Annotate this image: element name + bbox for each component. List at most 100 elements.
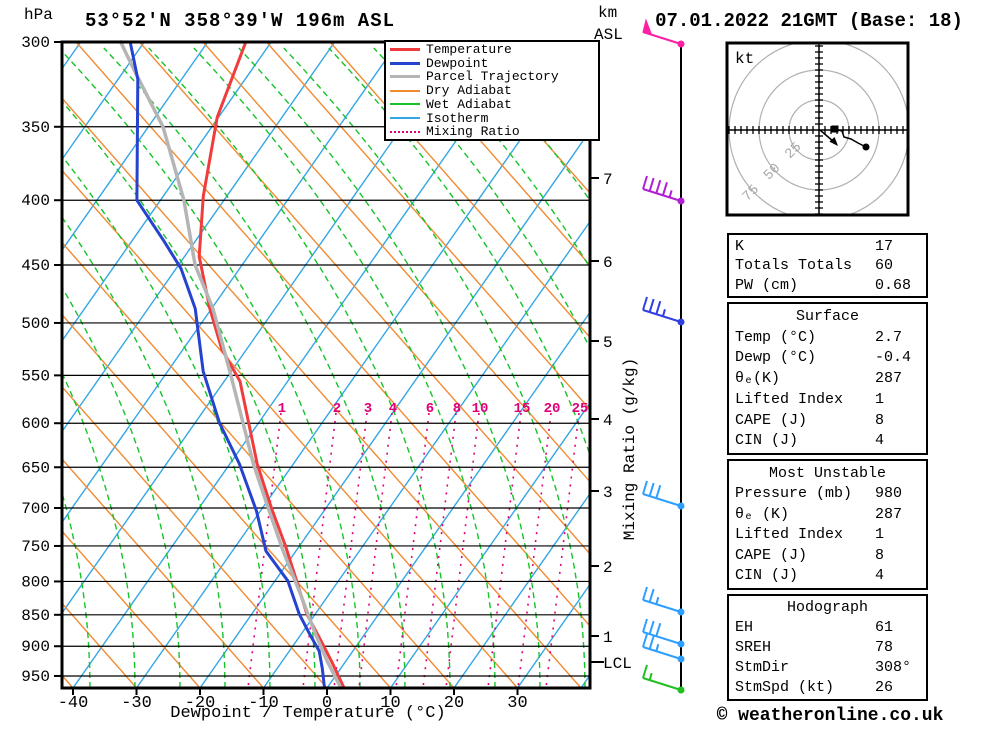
legend-item-label: Temperature bbox=[426, 41, 512, 57]
indices-row-label: StmDir bbox=[735, 659, 790, 676]
wind-barb-full bbox=[648, 177, 655, 192]
indices-table-row: Temp (°C) 2.7 bbox=[729, 329, 926, 346]
wind-barb-full bbox=[648, 588, 655, 603]
legend-item: Mixing Ratio bbox=[386, 125, 598, 138]
wind-barb-station-dot bbox=[677, 655, 685, 663]
pressure-tick-label: 850 bbox=[21, 607, 50, 625]
mixing-ratio-label: 25 bbox=[572, 401, 589, 417]
indices-table-row: Dewp (°C) -0.4 bbox=[729, 349, 926, 366]
indices-row-value: 8 bbox=[875, 411, 885, 429]
legend-item-label: Isotherm bbox=[426, 110, 489, 126]
run-date-title: 07.01.2022 21GMT (Base: 18) bbox=[655, 10, 963, 32]
km-tick-label: 7 bbox=[603, 171, 613, 189]
hodograph: 255075 kt bbox=[727, 43, 908, 215]
indices-row-value: 1 bbox=[875, 526, 885, 544]
indices-row-label: CIN (J) bbox=[735, 432, 799, 450]
wind-barb-half bbox=[655, 643, 660, 652]
indices-row-value: 78 bbox=[875, 639, 894, 656]
indices-row-value: 60 bbox=[875, 257, 894, 274]
copyright-footer: © weatheronline.co.uk bbox=[716, 706, 944, 726]
pressure-unit-label: hPa bbox=[24, 6, 53, 24]
indices-row-label: SREH bbox=[735, 639, 772, 656]
indices-table-row: StmDir 308° bbox=[729, 659, 926, 676]
wind-barb bbox=[642, 296, 685, 326]
legend-line-sample bbox=[390, 103, 420, 106]
hodograph-ring-label: 50 bbox=[761, 161, 784, 184]
indices-table-title: Surface bbox=[795, 307, 859, 325]
indices-row-value: 4 bbox=[875, 567, 885, 585]
wind-barb-full bbox=[642, 480, 648, 495]
indices-row-label: θₑ (K) bbox=[735, 505, 790, 523]
indices-row-label: CIN (J) bbox=[735, 567, 799, 585]
wind-barb-full bbox=[655, 622, 662, 637]
indices-table-title: Most Unstable bbox=[768, 464, 887, 482]
indices-row-label: CAPE (J) bbox=[735, 411, 808, 429]
indices-table-row: θₑ (K) 287 bbox=[729, 506, 926, 523]
indices-row-label: Lifted Index bbox=[735, 390, 844, 408]
wind-barb-station-dot bbox=[677, 502, 685, 510]
indices-row-label: StmSpd (kt) bbox=[735, 679, 835, 696]
legend-line-sample bbox=[390, 117, 420, 119]
wind-barb-station-dot bbox=[677, 686, 685, 694]
legend-item: Isotherm bbox=[386, 112, 598, 125]
indices-table-row: CIN (J) 4 bbox=[729, 567, 926, 584]
indices-row-value: 61 bbox=[875, 619, 894, 636]
legend-item-label: Wet Adiabat bbox=[426, 96, 512, 112]
temp-tick-label: -40 bbox=[58, 694, 89, 713]
mixing-ratio-label: 2 bbox=[333, 401, 341, 417]
mixing-ratio-label: 3 bbox=[364, 401, 372, 417]
hodograph-unit-label: kt bbox=[735, 50, 754, 68]
sounding-page: 1 2 3 4 6 8 10 15 20 25 300 350 400 450 500 550 600 650 70… bbox=[0, 0, 1000, 733]
wind-barb-station-dot bbox=[677, 197, 685, 205]
wind-barb-full bbox=[648, 298, 655, 313]
indices-table-row: Totals Totals 60 bbox=[729, 257, 926, 274]
wind-barb bbox=[642, 618, 685, 648]
wind-barb bbox=[642, 480, 685, 510]
pressure-tick-label: 400 bbox=[21, 192, 50, 210]
wind-barb-station-dot bbox=[677, 40, 685, 48]
mixing-ratio-label: 4 bbox=[389, 401, 397, 417]
mixing-ratio-axis-label: Mixing Ratio (g/kg) bbox=[621, 357, 639, 541]
xaxis-label: Dewpoint / Temperature (°C) bbox=[170, 704, 446, 723]
wind-barb-full bbox=[655, 300, 662, 315]
pressure-tick-label: 800 bbox=[21, 573, 50, 591]
wind-barb-full bbox=[642, 586, 648, 601]
legend-line-sample bbox=[390, 130, 420, 133]
indices-table-row: Lifted Index 1 bbox=[729, 391, 926, 408]
legend-line-sample bbox=[390, 75, 420, 79]
km-tick-label: 3 bbox=[603, 484, 613, 502]
indices-row-label: Dewp (°C) bbox=[735, 349, 817, 367]
indices-table-row: Pressure (mb) 980 bbox=[729, 485, 926, 502]
wind-barb bbox=[642, 586, 685, 616]
km-unit-label: km bbox=[598, 4, 618, 22]
indices-row-value: 980 bbox=[875, 485, 903, 503]
wind-barb-full bbox=[648, 482, 655, 497]
pressure-tick-label: 750 bbox=[21, 538, 50, 556]
pressure-tick-label: 450 bbox=[21, 257, 50, 275]
wind-barb-full bbox=[648, 635, 655, 650]
mixing-ratio-label: 10 bbox=[472, 401, 489, 417]
km-tick-label: 1 bbox=[603, 629, 613, 647]
indices-table-row: CAPE (J) 8 bbox=[729, 412, 926, 429]
indices-row-label: EH bbox=[735, 619, 754, 636]
wind-barb-full bbox=[642, 633, 648, 648]
wet-adiabat-line bbox=[62, 100, 316, 688]
hodograph-ring-label: 75 bbox=[740, 182, 763, 205]
indices-table-row: θₑ(K) 287 bbox=[729, 370, 926, 387]
lcl-label: LCL bbox=[603, 655, 632, 673]
wind-barb-full bbox=[642, 296, 648, 311]
indices-row-label: θₑ(K) bbox=[735, 370, 781, 387]
indices-row-label: Temp (°C) bbox=[735, 328, 817, 346]
indices-table-row: Lifted Index 1 bbox=[729, 526, 926, 543]
km-tick-label: 6 bbox=[603, 254, 613, 272]
pressure-tick-label: 650 bbox=[21, 459, 50, 477]
pressure-tick-label: 700 bbox=[21, 500, 50, 518]
indices-row-value: 308° bbox=[875, 659, 912, 676]
legend-item-label: Mixing Ratio bbox=[426, 124, 520, 140]
legend-item: Dry Adiabat bbox=[386, 84, 598, 97]
hodograph-trace-start-marker bbox=[831, 125, 839, 133]
wind-barb-full bbox=[655, 179, 662, 194]
mixing-ratio-label: 15 bbox=[514, 401, 531, 417]
indices-row-value: 8 bbox=[875, 546, 885, 564]
indices-table-row: CIN (J) 4 bbox=[729, 432, 926, 449]
